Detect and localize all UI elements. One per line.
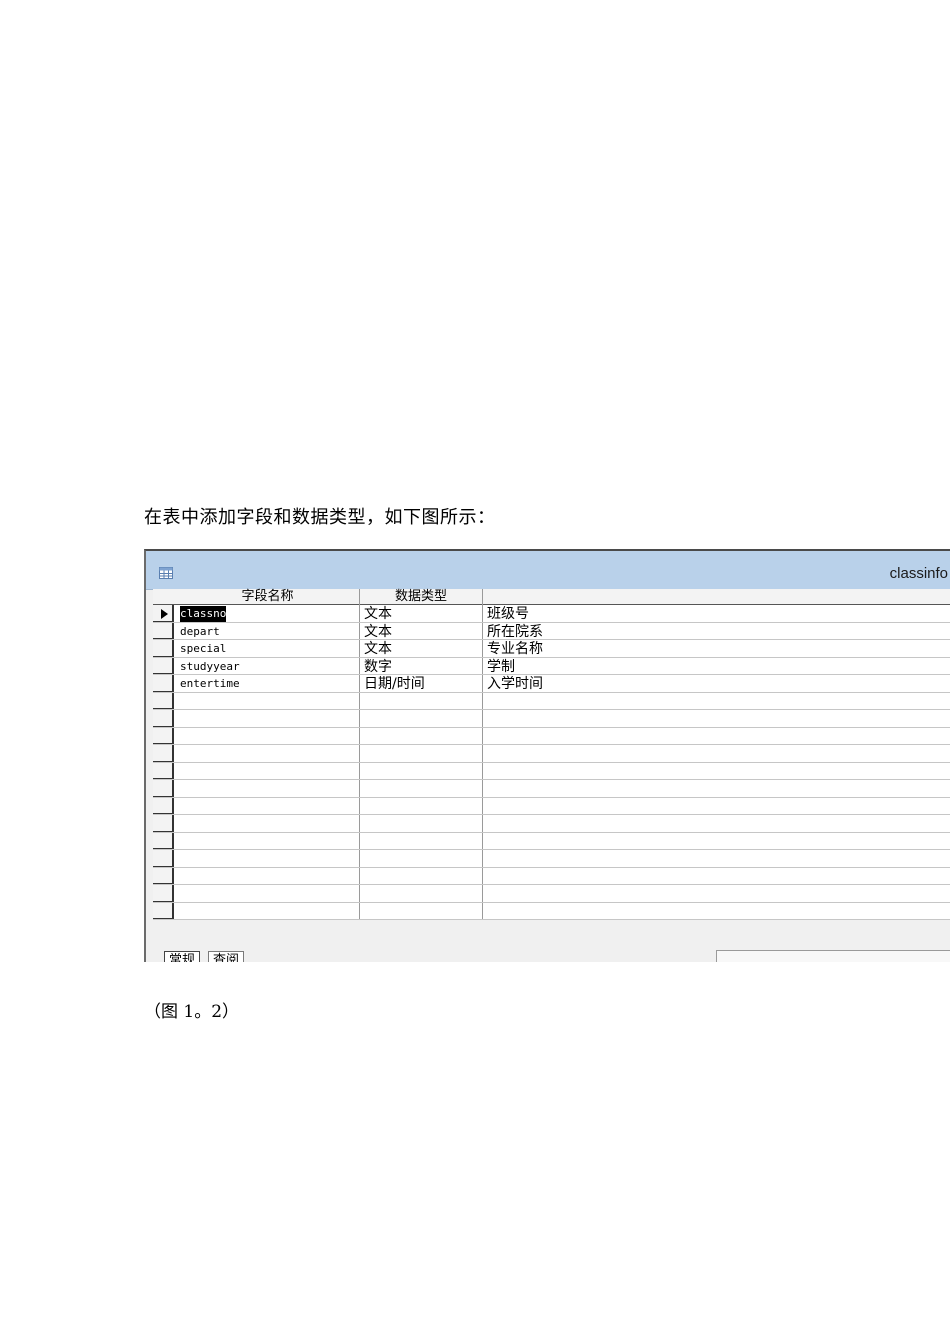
table-icon	[159, 567, 173, 579]
table-row[interactable]: studyyear 数字 学制	[153, 658, 950, 676]
description-cell[interactable]: 班级号	[487, 605, 529, 623]
window-titlebar[interactable]: classinfo	[146, 551, 950, 590]
row-selector[interactable]	[153, 728, 172, 744]
description-cell[interactable]: 专业名称	[487, 640, 543, 658]
row-selector[interactable]	[153, 780, 172, 797]
empty-table-row[interactable]	[153, 745, 950, 763]
data-type-cell[interactable]: 数字	[364, 658, 392, 676]
empty-table-row[interactable]	[153, 850, 950, 868]
table-row[interactable]: entertime 日期/时间 入学时间	[153, 675, 950, 693]
data-type-cell[interactable]: 文本	[364, 640, 392, 658]
field-design-grid[interactable]: 字段名称 数据类型 classno 文本 班级号 depart 文本 所在院系 specia…	[153, 589, 950, 920]
column-header-data-type[interactable]: 数据类型	[360, 589, 482, 604]
row-selector[interactable]	[153, 903, 172, 919]
row-selector[interactable]	[153, 885, 172, 902]
tab-general[interactable]: 常规	[164, 951, 201, 962]
field-name-cell[interactable]: entertime	[180, 676, 240, 692]
field-name-cell[interactable]: special	[180, 641, 226, 657]
intro-paragraph: 在表中添加字段和数据类型，如下图所示：	[144, 507, 496, 528]
grid-header: 字段名称 数据类型	[153, 589, 950, 605]
empty-table-row[interactable]	[153, 710, 950, 728]
row-selector[interactable]	[153, 798, 172, 814]
empty-table-row[interactable]	[153, 763, 950, 780]
empty-table-row[interactable]	[153, 815, 950, 833]
field-name-cell[interactable]: classno	[180, 606, 227, 622]
row-selector[interactable]	[153, 815, 172, 832]
tab-lookup[interactable]: 查阅	[208, 951, 245, 962]
table-design-screenshot: classinfo 字段名称 数据类型 classno 文本 班级号 depart 文本…	[144, 549, 950, 962]
row-selector[interactable]	[153, 640, 172, 657]
field-properties-pane: 常规 查阅	[146, 939, 950, 962]
row-selector[interactable]	[153, 693, 172, 709]
row-selector[interactable]	[153, 675, 172, 692]
table-row[interactable]: special 文本 专业名称	[153, 640, 950, 658]
column-header-field-name[interactable]: 字段名称	[176, 589, 359, 604]
row-selector[interactable]	[153, 833, 172, 849]
row-selector[interactable]	[153, 623, 172, 639]
row-selector[interactable]	[153, 763, 172, 779]
empty-table-row[interactable]	[153, 693, 950, 710]
description-cell[interactable]: 所在院系	[487, 623, 543, 641]
data-type-cell[interactable]: 文本	[364, 623, 392, 641]
empty-table-row[interactable]	[153, 903, 950, 920]
table-row[interactable]: depart 文本 所在院系	[153, 623, 950, 641]
empty-table-row[interactable]	[153, 885, 950, 903]
empty-table-row[interactable]	[153, 780, 950, 798]
row-selector[interactable]	[153, 868, 172, 884]
column-header-description[interactable]	[483, 589, 950, 604]
row-selector[interactable]	[153, 658, 172, 674]
field-name-cell[interactable]: depart	[180, 624, 220, 640]
window-title: classinfo	[889, 565, 948, 582]
description-cell[interactable]: 入学时间	[487, 675, 543, 693]
data-type-cell[interactable]: 文本	[364, 605, 392, 623]
data-type-cell[interactable]: 日期/时间	[364, 675, 425, 693]
description-cell[interactable]: 学制	[487, 658, 515, 676]
empty-table-row[interactable]	[153, 868, 950, 885]
row-selector[interactable]	[153, 745, 172, 762]
field-name-cell[interactable]: studyyear	[180, 659, 240, 675]
figure-caption: （图 1。2）	[144, 1002, 240, 1022]
row-selector[interactable]	[153, 710, 172, 727]
current-row-pointer-icon	[161, 609, 168, 619]
row-selector[interactable]	[153, 850, 172, 867]
table-row[interactable]: classno 文本 班级号	[153, 605, 950, 623]
row-selector[interactable]	[153, 605, 172, 622]
empty-table-row[interactable]	[153, 728, 950, 745]
empty-table-row[interactable]	[153, 833, 950, 850]
empty-table-row[interactable]	[153, 798, 950, 815]
property-help-box	[716, 950, 950, 962]
